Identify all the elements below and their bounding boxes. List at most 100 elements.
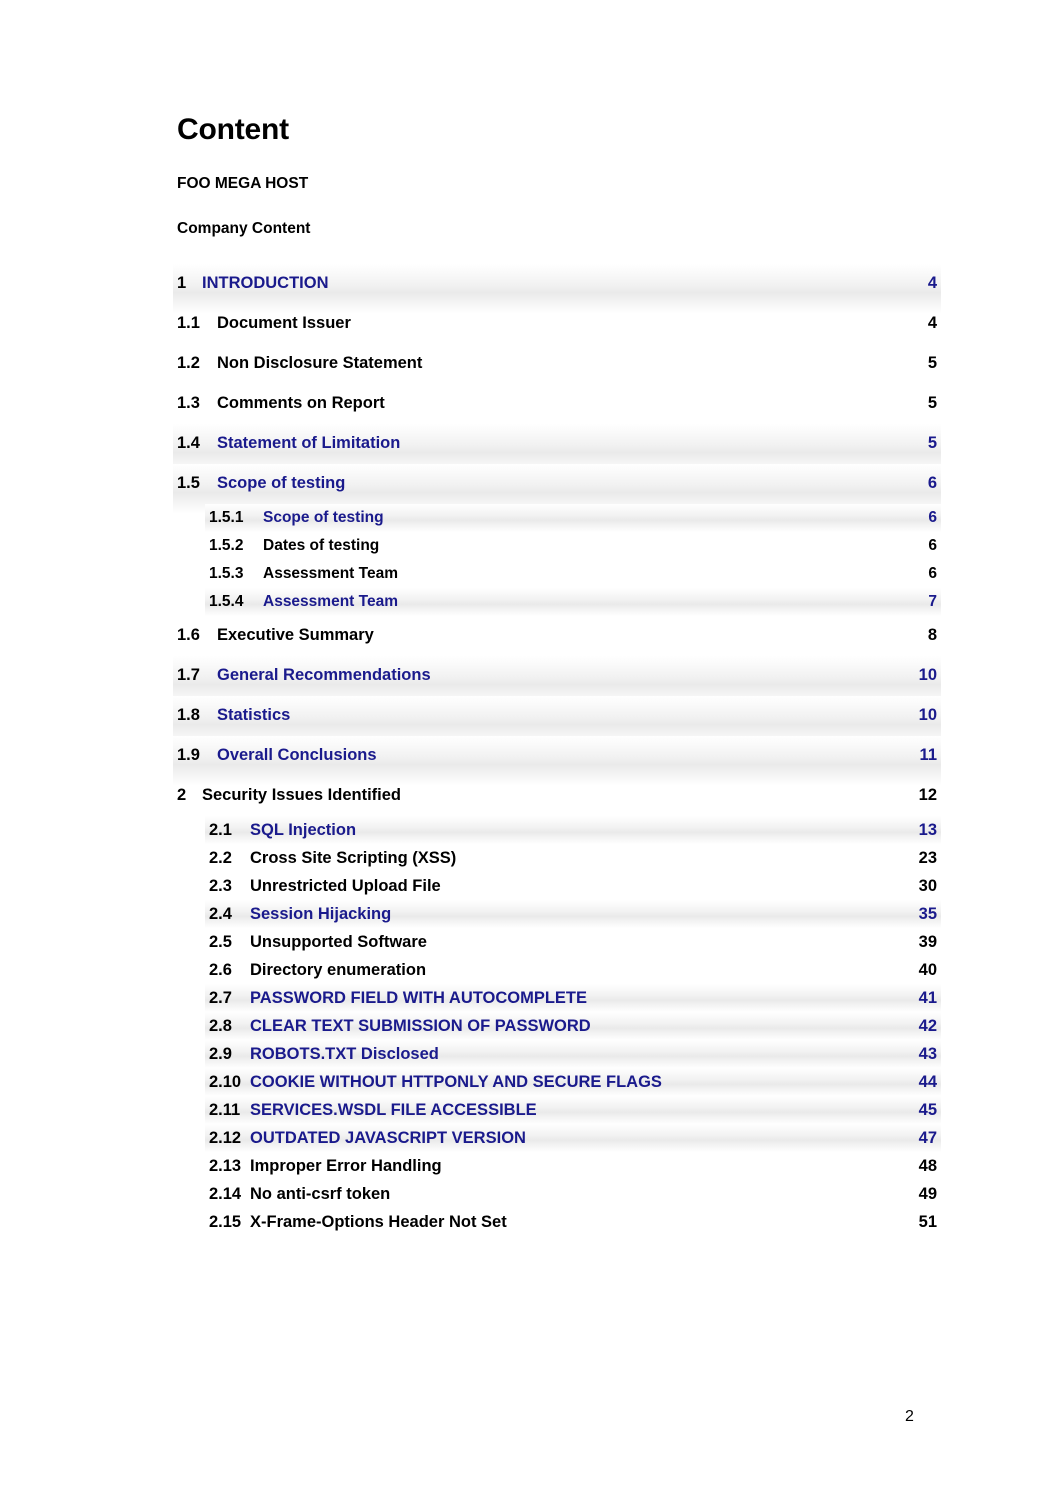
toc-entry: 1.1 Document Issuer 4 (177, 304, 937, 344)
toc-entry-number: 1.2 (177, 354, 200, 372)
toc-entry-number: 1.5.3 (209, 565, 244, 582)
toc-entry-title[interactable]: COOKIE WITHOUT HTTPONLY AND SECURE FLAGS (250, 1072, 662, 1093)
toc-entry[interactable]: 2.9 ROBOTS.TXT Disclosed 43 (205, 1040, 941, 1068)
toc-entry[interactable]: 1.5.1 Scope of testing 6 (205, 504, 941, 532)
toc-entry-title[interactable]: Scope of testing (217, 472, 345, 494)
toc-entry-number: 2.1 (209, 821, 232, 839)
toc-entry-title[interactable]: Session Hijacking (250, 904, 391, 925)
toc-entry-number: 2.6 (209, 961, 232, 979)
toc-entry-number: 1.4 (177, 434, 200, 452)
toc-entry-page-number: 51 (918, 1213, 937, 1231)
toc-entry-number: 2.10 (209, 1073, 242, 1091)
toc-entry-number: 2.14 (209, 1185, 242, 1203)
toc-entry-page-number[interactable]: 7 (928, 592, 937, 612)
toc-entry-page-number[interactable]: 13 (919, 820, 937, 841)
toc-entry-title[interactable]: CLEAR TEXT SUBMISSION OF PASSWORD (250, 1016, 591, 1037)
toc-entry-page-number[interactable]: 11 (920, 744, 937, 766)
toc-entry-title[interactable]: Statement of Limitation (217, 432, 400, 454)
toc-entry-page-number[interactable]: 42 (919, 1016, 937, 1037)
toc-entry-number: 2.11 (209, 1101, 241, 1119)
toc-entry[interactable]: 1.9 Overall Conclusions 11 (173, 736, 941, 786)
toc-entry-number: 2.7 (209, 989, 232, 1007)
toc-entry-page-number[interactable]: 6 (928, 508, 937, 528)
toc-entry-number: 1.6 (177, 626, 200, 644)
toc-entry[interactable]: 1 INTRODUCTION 4 (173, 264, 941, 314)
toc-entry: 2.13 Improper Error Handling 48 (209, 1152, 937, 1180)
toc-entry-title[interactable]: SQL Injection (250, 820, 356, 841)
toc-entry-number: 2.9 (209, 1045, 232, 1063)
toc-entry-page-number[interactable]: 45 (919, 1100, 937, 1121)
toc-entry-number: 1.5.2 (209, 537, 244, 554)
toc-entry-title: X-Frame-Options Header Not Set (250, 1213, 507, 1231)
toc-entry-title: Improper Error Handling (250, 1157, 442, 1175)
company-name-line: FOO MEGA HOST (177, 175, 309, 192)
toc-entry: 1.5.2 Dates of testing 6 (209, 532, 937, 560)
toc-entry-page-number: 12 (918, 786, 937, 804)
footer-page-number: 2 (905, 1408, 914, 1425)
toc-entry-number: 1.9 (177, 746, 200, 764)
toc-entry-title[interactable]: Statistics (217, 704, 290, 726)
toc-entry-page-number: 23 (918, 849, 937, 867)
toc-entry-title[interactable]: Scope of testing (263, 508, 384, 528)
toc-entry[interactable]: 1.5.4 Assessment Team 7 (205, 588, 941, 616)
toc-entry-page-number: 5 (927, 394, 937, 412)
toc-entry-number: 2.12 (209, 1129, 242, 1147)
toc-entry-page-number: 6 (928, 537, 937, 554)
toc-entry-page-number: 4 (927, 314, 937, 332)
toc-entry-title[interactable]: INTRODUCTION (202, 272, 329, 294)
toc-entry[interactable]: 1.8 Statistics 10 (173, 696, 941, 746)
toc-entry-title[interactable]: Overall Conclusions (217, 744, 377, 766)
toc-entry[interactable]: 2.4 Session Hijacking 35 (205, 900, 941, 928)
toc-entry-page-number: 40 (918, 961, 937, 979)
toc-entry-page-number[interactable]: 47 (919, 1128, 937, 1149)
toc-entry-title[interactable]: General Recommendations (217, 664, 431, 686)
toc-entry-number: 1.5.1 (209, 509, 244, 526)
toc-entry: 2.3 Unrestricted Upload File 30 (209, 872, 937, 900)
toc-entry: 2.6 Directory enumeration 40 (209, 956, 937, 984)
toc-entry-page-number[interactable]: 5 (928, 432, 937, 454)
toc-entry-page-number[interactable]: 43 (919, 1044, 937, 1065)
toc-entry-page-number[interactable]: 41 (919, 988, 937, 1009)
toc-entry: 1.6 Executive Summary 8 (177, 616, 937, 656)
toc-entry-title[interactable]: OUTDATED JAVASCRIPT VERSION (250, 1128, 526, 1149)
toc-entry[interactable]: 1.4 Statement of Limitation 5 (173, 424, 941, 474)
toc-entry-page-number[interactable]: 10 (919, 664, 937, 686)
toc-entry: 1.5.3 Assessment Team 6 (209, 560, 937, 588)
toc-entry-number: 1.3 (177, 394, 200, 412)
toc-entry[interactable]: 2.1 SQL Injection 13 (205, 816, 941, 844)
toc-entry-page-number[interactable]: 10 (919, 704, 937, 726)
toc-entry[interactable]: 2.10 COOKIE WITHOUT HTTPONLY AND SECURE F… (205, 1068, 941, 1096)
toc-entry[interactable]: 1.7 General Recommendations 10 (173, 656, 941, 706)
toc-entry-page-number[interactable]: 44 (919, 1072, 937, 1093)
toc-entry-number: 2 (177, 786, 187, 804)
toc-entry-page-number: 30 (918, 877, 937, 895)
toc-entry-page-number: 49 (918, 1185, 937, 1203)
page-content: Content FOO MEGA HOST Company Content 1I… (173, 112, 941, 1236)
toc-entry-title: Assessment Team (263, 565, 398, 582)
toc-entry-title[interactable]: Assessment Team (263, 592, 398, 612)
table-of-contents: 1 INTRODUCTION 4 1.1 Document Issuer 4 1.2 Non … (173, 264, 941, 1236)
toc-entry-number: 1.8 (177, 706, 200, 724)
toc-entry[interactable]: 1.5 Scope of testing 6 (173, 464, 941, 514)
company-content-line: Company Content (177, 220, 311, 237)
toc-entry-title[interactable]: PASSWORD FIELD WITH AUTOCOMPLETE (250, 988, 587, 1009)
toc-entry-page-number: 6 (928, 565, 937, 582)
toc-entry-page-number[interactable]: 6 (928, 472, 937, 494)
toc-entry[interactable]: 2.12 OUTDATED JAVASCRIPT VERSION 47 (205, 1124, 941, 1152)
toc-entry-page-number[interactable]: 35 (919, 904, 937, 925)
toc-entry-page-number[interactable]: 4 (928, 272, 937, 294)
toc-entry-page-number: 39 (918, 933, 937, 951)
toc-entry-number: 1 (177, 274, 187, 292)
toc-entry-number: 1.7 (177, 666, 200, 684)
toc-entry-number: 2.15 (209, 1213, 242, 1231)
toc-entry[interactable]: 2.11 SERVICES.WSDL FILE ACCESSIBLE 45 (205, 1096, 941, 1124)
toc-entry[interactable]: 2.8 CLEAR TEXT SUBMISSION OF PASSWORD 42 (205, 1012, 941, 1040)
toc-entry-title: No anti-csrf token (250, 1185, 391, 1203)
toc-entry-title[interactable]: SERVICES.WSDL FILE ACCESSIBLE (250, 1100, 537, 1121)
toc-entry-number: 2.8 (209, 1017, 232, 1035)
toc-entry[interactable]: 2.7 PASSWORD FIELD WITH AUTOCOMPLETE 41 (205, 984, 941, 1012)
toc-entry: 2.2 Cross Site Scripting (XSS) 23 (209, 844, 937, 872)
toc-entry-title[interactable]: ROBOTS.TXT Disclosed (250, 1044, 439, 1065)
toc-entry-title: Non Disclosure Statement (217, 354, 423, 372)
toc-entry: 2 Security Issues Identified 12 (177, 776, 937, 816)
